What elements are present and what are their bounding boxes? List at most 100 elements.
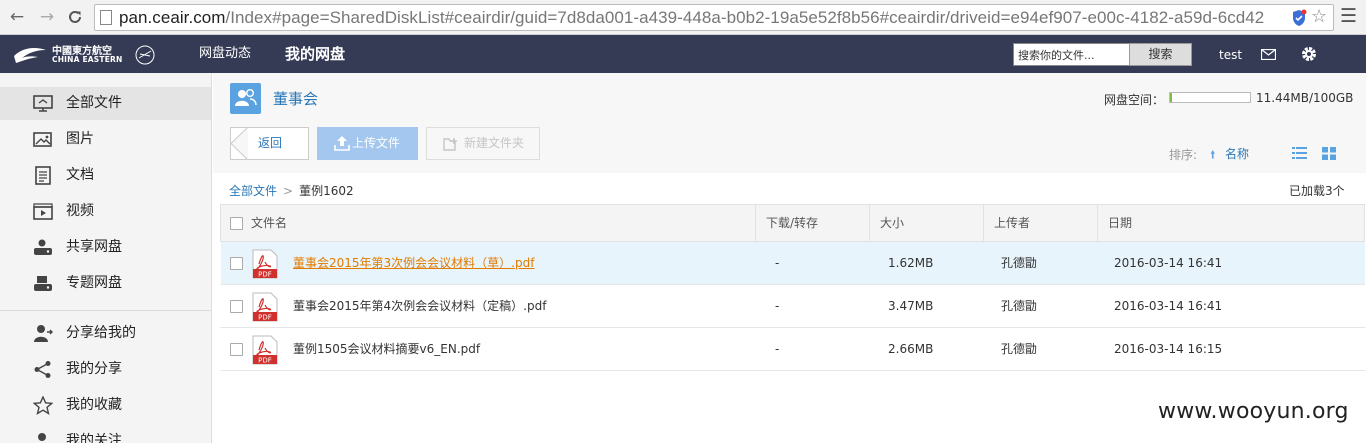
table-row[interactable]: PDF 董例1505会议材料摘要v6_EN.pdf - 2.66MB 孔德勖 2… xyxy=(220,328,1365,371)
search-input[interactable] xyxy=(1013,43,1130,66)
sidebar-item-all-files[interactable]: 全部文件 xyxy=(0,87,211,120)
logo-en-text: CHINA EASTERN xyxy=(52,55,123,64)
mail-icon[interactable] xyxy=(1261,49,1276,60)
breadcrumb-current: 董例1602 xyxy=(299,184,354,198)
sidebar-item-shared-disk[interactable]: 共享网盘 xyxy=(0,231,211,264)
sidebar-item-label: 分享给我的 xyxy=(66,325,136,341)
main-content: 董事会 网盘空间： 11.44MB/100GB 返回 上传文件 新建文件夹 排序… xyxy=(213,73,1366,443)
quota-label: 网盘空间： xyxy=(1104,93,1165,107)
svg-text:PDF: PDF xyxy=(258,271,272,279)
file-name-link[interactable]: 董例1505会议材料摘要v6_EN.pdf xyxy=(293,328,480,371)
user-name[interactable]: test xyxy=(1219,35,1242,75)
address-bar[interactable]: pan.ceair.com/Index#page=SharedDiskList#… xyxy=(94,4,1334,31)
size-cell: 3.47MB xyxy=(888,299,934,313)
column-header-size[interactable]: 大小 xyxy=(870,205,984,242)
url-text: pan.ceair.com/Index#page=SharedDiskList#… xyxy=(119,8,1264,28)
date-cell: 2016-03-14 16:41 xyxy=(1114,256,1223,270)
page-icon xyxy=(100,10,112,25)
sidebar-item-label: 文档 xyxy=(66,167,94,183)
sidebar-item-label: 我的分享 xyxy=(66,361,122,377)
sidebar-item-videos[interactable]: 视频 xyxy=(0,195,211,228)
sidebar-item-label: 视频 xyxy=(66,203,94,219)
pdf-file-icon: PDF xyxy=(252,335,278,365)
back-button[interactable]: 返回 xyxy=(230,127,309,160)
new-folder-button-label: 新建文件夹 xyxy=(464,136,525,150)
file-table: 文件名 下载/转存 大小 上传者 日期 PDF 董事会2015年第3次例会会议材… xyxy=(220,204,1365,371)
monitor-icon xyxy=(33,95,53,112)
sidebar-divider xyxy=(0,310,211,311)
svg-text:PDF: PDF xyxy=(258,357,272,365)
size-cell: 1.62MB xyxy=(888,256,934,270)
column-header-filename[interactable]: 文件名 xyxy=(221,205,756,242)
column-header-uploader[interactable]: 上传者 xyxy=(984,205,1098,242)
file-name-link[interactable]: 董事会2015年第3次例会会议材料（草）.pdf xyxy=(293,242,534,285)
forward-arrow-icon[interactable]: → xyxy=(36,6,58,28)
shared-with-me-icon xyxy=(34,325,53,342)
file-name-link[interactable]: 董事会2015年第4次例会会议材料（定稿）.pdf xyxy=(293,285,546,328)
pdf-file-icon: PDF xyxy=(252,249,278,279)
quota-value: 11.44MB/100GB xyxy=(1256,91,1354,105)
reload-icon[interactable] xyxy=(64,6,86,28)
sidebar-item-shared-with-me[interactable]: 分享给我的 xyxy=(0,317,211,350)
row-checkbox[interactable] xyxy=(230,343,243,356)
sidebar-item-following[interactable]: 我的关注 xyxy=(0,425,211,443)
loaded-count: 已加载3个 xyxy=(1289,184,1345,198)
new-folder-button[interactable]: 新建文件夹 xyxy=(426,127,540,160)
download-cell: - xyxy=(775,299,780,313)
list-view-icon[interactable] xyxy=(1292,147,1307,159)
watermark: www.wooyun.org xyxy=(1158,399,1349,424)
star-icon xyxy=(33,396,53,415)
back-button-label: 返回 xyxy=(258,136,283,150)
image-icon xyxy=(33,132,52,147)
shield-icon[interactable] xyxy=(1291,9,1307,27)
pdf-file-icon: PDF xyxy=(252,292,278,322)
sidebar-item-topic-disk[interactable]: 专题网盘 xyxy=(0,267,211,300)
sidebar-item-label: 共享网盘 xyxy=(66,239,122,255)
upload-button[interactable]: 上传文件 xyxy=(317,127,418,160)
video-icon xyxy=(33,203,53,220)
search-button[interactable]: 搜索 xyxy=(1129,43,1192,66)
sidebar-item-my-shares[interactable]: 我的分享 xyxy=(0,353,211,386)
table-row[interactable]: PDF 董事会2015年第4次例会会议材料（定稿）.pdf - 3.47MB 孔… xyxy=(220,285,1365,328)
row-checkbox[interactable] xyxy=(230,300,243,313)
nav-my-disk[interactable]: 我的网盘 xyxy=(285,35,345,73)
url-path: /Index#page=SharedDiskList#ceairdir/guid… xyxy=(225,8,1265,27)
sort-up-arrow-icon[interactable]: 🠙 xyxy=(1210,146,1216,165)
bookmark-star-icon[interactable]: ☆ xyxy=(1311,6,1327,27)
menu-icon[interactable]: ☰ xyxy=(1340,5,1357,27)
quota-fill xyxy=(1170,93,1173,102)
grid-view-icon[interactable] xyxy=(1322,147,1336,160)
column-header-date[interactable]: 日期 xyxy=(1098,205,1366,242)
back-arrow-icon[interactable]: ← xyxy=(6,6,28,28)
sort-label: 排序: xyxy=(1169,148,1198,162)
breadcrumb-separator: > xyxy=(283,184,294,198)
share-icon xyxy=(34,361,51,378)
sidebar: 全部文件 图片 文档 视频 共享网盘 专题网盘 分享给我的 我的分享 我的收藏 … xyxy=(0,73,212,443)
shared-disk-icon xyxy=(34,239,52,255)
sidebar-item-favorites[interactable]: 我的收藏 xyxy=(0,389,211,422)
uploader-cell: 孔德勖 xyxy=(1001,256,1038,270)
sidebar-item-label: 我的收藏 xyxy=(66,397,122,413)
size-cell: 2.66MB xyxy=(888,342,934,356)
date-cell: 2016-03-14 16:41 xyxy=(1114,299,1223,313)
sidebar-item-label: 全部文件 xyxy=(66,95,122,111)
browser-toolbar: ← → pan.ceair.com/Index#page=SharedDiskL… xyxy=(0,0,1366,35)
sidebar-item-images[interactable]: 图片 xyxy=(0,123,211,156)
nav-disk-activity[interactable]: 网盘动态 xyxy=(199,35,251,73)
sidebar-item-documents[interactable]: 文档 xyxy=(0,159,211,192)
gear-icon[interactable] xyxy=(1300,45,1318,63)
uploader-cell: 孔德勖 xyxy=(1001,299,1038,313)
table-row[interactable]: PDF 董事会2015年第3次例会会议材料（草）.pdf - 1.62MB 孔德… xyxy=(220,242,1365,285)
column-header-download: 下载/转存 xyxy=(756,205,870,242)
app-header: 中國東方航空 CHINA EASTERN 网盘动态 我的网盘 搜索 test xyxy=(0,35,1366,73)
sidebar-item-label: 图片 xyxy=(66,131,94,147)
document-icon xyxy=(35,166,51,185)
url-host: pan.ceair.com xyxy=(119,8,226,27)
breadcrumb-root[interactable]: 全部文件 xyxy=(229,184,277,198)
follow-icon xyxy=(38,433,46,441)
sort-by-name[interactable]: 名称 xyxy=(1225,145,1249,162)
china-eastern-logo[interactable]: 中國東方航空 CHINA EASTERN xyxy=(12,40,162,68)
download-cell: - xyxy=(775,342,780,356)
row-checkbox[interactable] xyxy=(230,257,243,270)
sidebar-item-label: 专题网盘 xyxy=(66,275,122,291)
